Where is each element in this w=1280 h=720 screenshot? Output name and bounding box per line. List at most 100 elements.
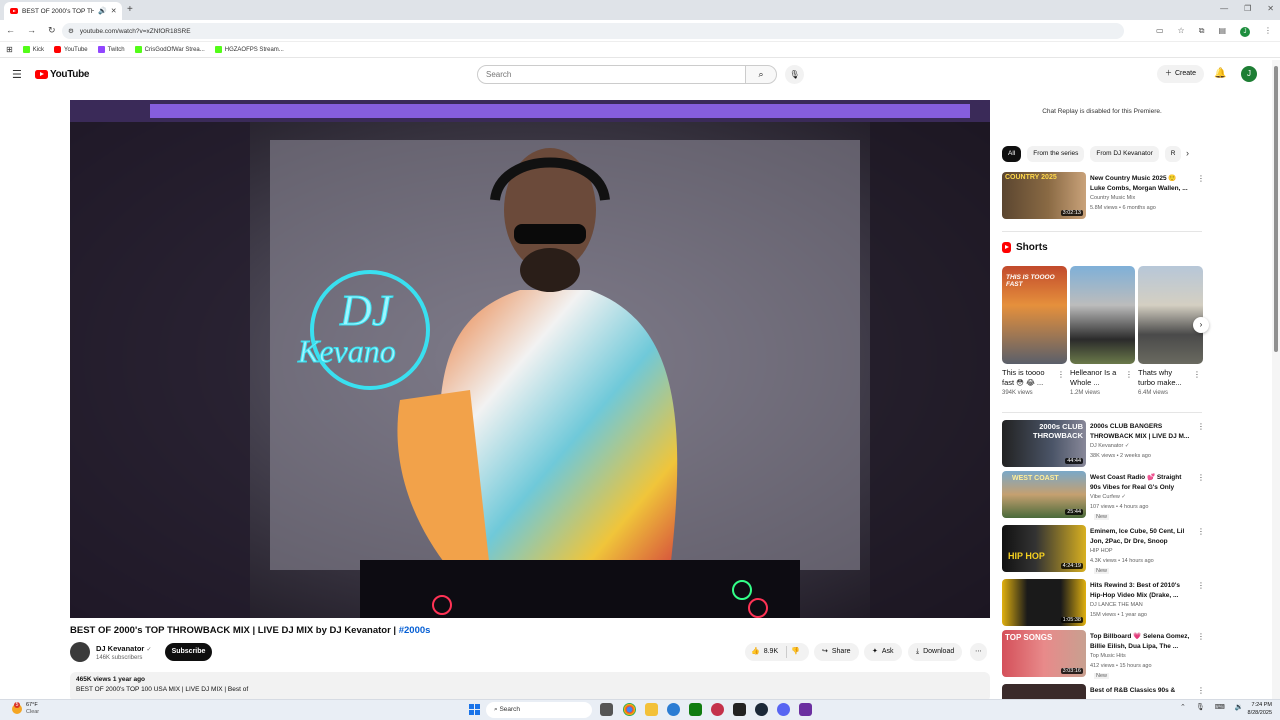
epic-games-icon[interactable] xyxy=(733,703,746,716)
video-title[interactable]: Best of R&B Classics 90s & xyxy=(1090,686,1190,696)
bookmark-twitch[interactable]: Twitch xyxy=(97,46,125,53)
more-vertical-icon[interactable]: ⋮ xyxy=(1197,422,1205,431)
account-avatar[interactable]: J xyxy=(1241,66,1257,82)
app-icon[interactable] xyxy=(711,703,724,716)
video-thumbnail[interactable]: 1:05:38 xyxy=(1002,579,1086,626)
back-icon[interactable]: ← xyxy=(6,25,15,36)
hashtag-link[interactable]: #2000s xyxy=(399,625,431,636)
chip-all[interactable]: All xyxy=(1002,146,1022,162)
site-info-icon[interactable]: ⚙ xyxy=(68,27,74,35)
forward-icon[interactable]: → xyxy=(27,25,36,36)
video-title[interactable]: New Country Music 2025 🙂 Luke Combs, Mor… xyxy=(1090,174,1190,193)
more-vertical-icon[interactable]: ⋮ xyxy=(1197,473,1205,482)
create-button[interactable]: ＋ Create xyxy=(1157,65,1205,83)
video-thumbnail[interactable] xyxy=(1002,684,1086,699)
dislike-button[interactable]: 👎 xyxy=(791,643,800,661)
short-item[interactable]: THIS IS TOOOO FAST This is toooo fast 😳 … xyxy=(1002,266,1067,396)
clock[interactable]: 7:24 PM 8/28/2025 xyxy=(1238,702,1272,717)
channel-name[interactable]: DJ LANCE THE MAN xyxy=(1090,602,1143,608)
task-view-icon[interactable] xyxy=(600,703,613,716)
microphone-icon[interactable]: 🎙 xyxy=(1196,703,1205,711)
bookmark-hgzaofps[interactable]: HGZAOFPS Stream... xyxy=(214,46,284,53)
recommended-video[interactable]: Best of R&B Classics 90s & ⋮ xyxy=(1002,684,1207,699)
video-thumbnail[interactable]: 2000s CLUB THROWBACK 44:44 xyxy=(1002,420,1086,467)
video-title[interactable]: Hits Rewind 3: Best of 2010's Hip-Hop Vi… xyxy=(1090,581,1190,600)
xbox-icon[interactable] xyxy=(689,703,702,716)
more-vertical-icon[interactable]: ⋮ xyxy=(1197,174,1205,183)
video-thumbnail[interactable]: TOP SONGS 3:03:16 xyxy=(1002,630,1086,677)
recommended-video[interactable]: COUNTRY 2025 3:02:13 New Country Music 2… xyxy=(1002,172,1207,220)
discord-icon[interactable] xyxy=(777,703,790,716)
video-title[interactable]: Top Billboard 💗 Selena Gomez, Billie Eil… xyxy=(1090,632,1190,651)
video-thumbnail[interactable]: WEST COAST 25:44 xyxy=(1002,471,1086,518)
recommended-video[interactable]: 1:05:38 Hits Rewind 3: Best of 2010's Hi… xyxy=(1002,579,1207,627)
short-item[interactable]: Thats why turbo make... 6.4M views ⋮ xyxy=(1138,266,1203,396)
chevron-right-icon[interactable]: › xyxy=(1186,148,1189,158)
notifications-bell-icon[interactable]: 🔔 xyxy=(1214,68,1226,79)
minimize-icon[interactable]: — xyxy=(1220,4,1228,13)
new-tab-icon[interactable]: + xyxy=(127,4,133,15)
taskbar-search[interactable]: ⌕ Search xyxy=(486,702,592,718)
menu-icon[interactable]: ☰ xyxy=(12,68,22,81)
more-vertical-icon[interactable]: ⋮ xyxy=(1193,370,1201,379)
reload-icon[interactable]: ↻ xyxy=(48,25,56,36)
channel-name[interactable]: Vibe Curfew ✓ xyxy=(1090,494,1126,500)
bookmark-youtube[interactable]: YouTube xyxy=(54,46,88,53)
youtube-logo[interactable]: YouTube xyxy=(35,69,90,80)
bookmark-kick[interactable]: Kick xyxy=(22,46,44,53)
extensions-icon[interactable]: ⧉ xyxy=(1199,26,1205,37)
omnibox[interactable]: ⚙ youtube.com/watch?v=xZNfOR18SRE xyxy=(62,23,1124,39)
profile-icon[interactable]: J xyxy=(1240,26,1250,37)
more-vertical-icon[interactable]: ⋮ xyxy=(1197,686,1205,695)
speaker-icon[interactable]: 🔊 xyxy=(98,8,107,15)
channel-name[interactable]: HIP HOP xyxy=(1090,548,1113,554)
search-button[interactable]: ⌕ xyxy=(745,65,777,84)
more-vertical-icon[interactable]: ⋮ xyxy=(1057,370,1065,379)
voice-search-button[interactable]: 🎙 xyxy=(785,65,804,84)
start-button[interactable] xyxy=(469,704,480,715)
video-player[interactable]: DJ Kevano xyxy=(70,100,990,618)
chrome-icon[interactable] xyxy=(623,703,636,716)
search-input[interactable] xyxy=(477,65,746,84)
weather-widget[interactable]: 5 67°F Clear xyxy=(12,702,39,716)
channel-name[interactable]: Top Music Hits xyxy=(1090,653,1126,659)
apps-grid-icon[interactable]: ⊞ xyxy=(6,45,13,54)
more-vertical-icon[interactable]: ⋮ xyxy=(1197,527,1205,536)
ask-button[interactable]: ✦ Ask xyxy=(864,643,902,661)
channel-name[interactable]: DJ Kevanator ✓ xyxy=(1090,443,1129,449)
more-vertical-icon[interactable]: ⋮ xyxy=(1197,632,1205,641)
chrome-menu-icon[interactable]: ⋮ xyxy=(1264,26,1272,37)
chip-more[interactable]: R xyxy=(1164,146,1182,162)
video-thumbnail[interactable]: HIP HOP 4:24:19 xyxy=(1002,525,1086,572)
description-box[interactable]: 465K views 1 year ago BEST OF 2000's TOP… xyxy=(70,672,990,702)
channel-avatar[interactable] xyxy=(70,642,90,662)
file-explorer-icon[interactable] xyxy=(645,703,658,716)
chip-from-channel[interactable]: From DJ Kevanator xyxy=(1090,146,1159,162)
more-vertical-icon[interactable]: ⋮ xyxy=(1197,581,1205,590)
recommended-video[interactable]: TOP SONGS 3:03:16 Top Billboard 💗 Selena… xyxy=(1002,630,1207,679)
recommended-video[interactable]: HIP HOP 4:24:19 Eminem, Ice Cube, 50 Cen… xyxy=(1002,525,1207,574)
maximize-icon[interactable]: ❐ xyxy=(1244,4,1251,13)
download-button[interactable]: ⤓ Download xyxy=(908,643,963,661)
close-tab-icon[interactable]: ✕ xyxy=(111,8,117,15)
cast-icon[interactable]: ▭ xyxy=(1156,26,1164,37)
short-item[interactable]: Helleanor Is a Whole ... 1.2M views ⋮ xyxy=(1070,266,1135,396)
close-window-icon[interactable]: ✕ xyxy=(1267,4,1274,13)
bookmark-crisgodofwar[interactable]: CrisGodOfWar Strea... xyxy=(134,46,205,53)
browser-tab[interactable]: BEST OF 2000's TOP THROWBACK 🔊 ✕ xyxy=(4,2,122,20)
chevron-up-icon[interactable]: ⌃ xyxy=(1180,703,1186,711)
short-thumbnail[interactable] xyxy=(1138,266,1203,364)
bookmark-star-icon[interactable]: ☆ xyxy=(1178,26,1185,37)
video-thumbnail[interactable]: COUNTRY 2025 3:02:13 xyxy=(1002,172,1086,219)
recommended-video[interactable]: WEST COAST 25:44 West Coast Radio 💕 Stra… xyxy=(1002,471,1207,520)
more-actions-button[interactable]: ⋯ xyxy=(970,643,987,661)
short-thumbnail[interactable]: THIS IS TOOOO FAST xyxy=(1002,266,1067,364)
shorts-next-button[interactable]: › xyxy=(1193,317,1209,333)
subscribe-button[interactable]: Subscribe xyxy=(165,643,212,661)
short-thumbnail[interactable] xyxy=(1070,266,1135,364)
scrollbar-thumb[interactable] xyxy=(1274,66,1278,352)
share-button[interactable]: ↪ Share xyxy=(814,643,859,661)
channel-name[interactable]: DJ Kevanator ✓ xyxy=(96,644,151,653)
more-vertical-icon[interactable]: ⋮ xyxy=(1125,370,1133,379)
sidepanel-icon[interactable]: ▤ xyxy=(1218,26,1226,37)
